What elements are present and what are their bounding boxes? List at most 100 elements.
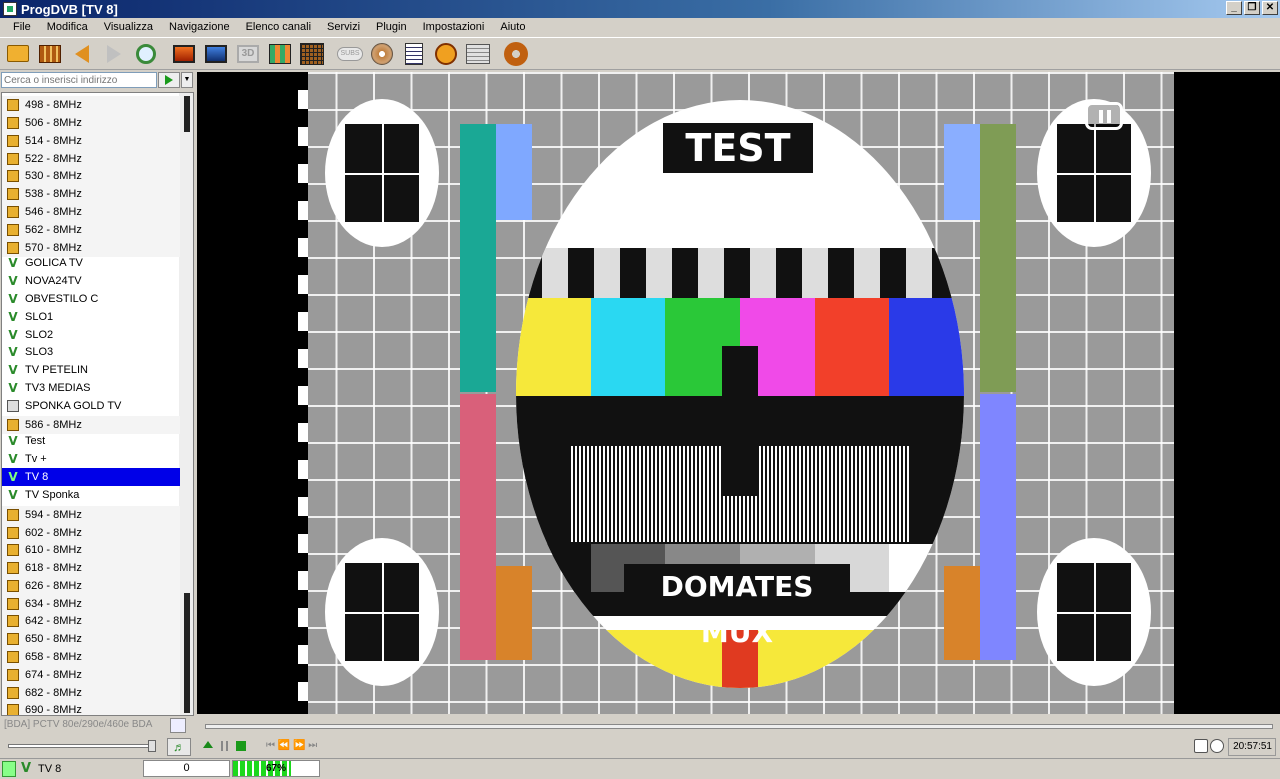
channel-item[interactable]: V SLO3: [2, 343, 180, 361]
frequency-group[interactable]: 498 - 8MHz: [2, 96, 180, 114]
epg-button[interactable]: [464, 40, 492, 68]
search-button[interactable]: [132, 40, 160, 68]
record-button[interactable]: [368, 40, 396, 68]
channel-v-icon: V: [8, 381, 18, 395]
channel-item[interactable]: V TV3 MEDIAS: [2, 379, 180, 397]
info-list-button[interactable]: [170, 718, 186, 733]
settings-button[interactable]: [502, 40, 530, 68]
frequency-group[interactable]: 530 - 8MHz: [2, 167, 180, 185]
channel-item[interactable]: V TV 8: [2, 468, 180, 486]
restore-button[interactable]: ❐: [1244, 1, 1260, 15]
channel-item[interactable]: V SLO1: [2, 308, 180, 326]
frequency-group[interactable]: 618 - 8MHz: [2, 559, 180, 577]
channel-item[interactable]: V TV Sponka: [2, 486, 180, 504]
frequency-group[interactable]: 514 - 8MHz: [2, 132, 180, 150]
frequency-group[interactable]: 642 - 8MHz: [2, 612, 180, 630]
channel-item[interactable]: V Test: [2, 432, 180, 450]
seek-buttons[interactable]: ⏮ ⏪ ⏩ ⏭: [266, 740, 317, 751]
status-bar: V TV 8 0 67%: [0, 758, 1280, 779]
pause-button[interactable]: [221, 741, 228, 751]
volume-slider[interactable]: [8, 744, 156, 748]
channel-item[interactable]: V SLO2: [2, 326, 180, 344]
frequency-group[interactable]: 522 - 8MHz: [2, 150, 180, 168]
mosaic-button[interactable]: [266, 40, 294, 68]
menu-bar: File Modifica Visualizza Navigazione Ele…: [0, 18, 1280, 36]
search-dropdown-button[interactable]: ▼: [181, 72, 193, 88]
menu-navigazione[interactable]: Navigazione: [161, 21, 238, 33]
stop-button[interactable]: [236, 741, 246, 751]
frequency-group[interactable]: 658 - 8MHz: [2, 648, 180, 666]
monitor-blue-icon: [205, 44, 227, 63]
test-label: TEST: [663, 123, 813, 173]
progdvb-window: ProgDVB [TV 8] _ ❐ ✕ File Modifica Visua…: [0, 0, 1280, 779]
frequency-group[interactable]: 674 - 8MHz: [2, 666, 180, 684]
channel-item[interactable]: SPONKA GOLD TV: [2, 397, 180, 415]
frequency-group[interactable]: 546 - 8MHz: [2, 203, 180, 221]
pause-icon[interactable]: [1085, 102, 1123, 130]
test-card-edge: [298, 72, 308, 714]
scroll-thumb-lower[interactable]: [184, 593, 190, 713]
comb-strip: [516, 248, 964, 298]
frequency-group[interactable]: 682 - 8MHz: [2, 684, 180, 702]
seek-bar[interactable]: [205, 724, 1273, 729]
channel-list[interactable]: 498 - 8MHz 506 - 8MHz 514 - 8MHz 522 - 8MHz…: [1, 92, 194, 716]
frequency-group[interactable]: 610 - 8MHz: [2, 541, 180, 559]
open-button[interactable]: [4, 40, 32, 68]
search-input[interactable]: [1, 72, 157, 88]
minimize-button[interactable]: _: [1226, 1, 1242, 15]
channel-item[interactable]: V Tv +: [2, 450, 180, 468]
menu-visualizza[interactable]: Visualizza: [96, 21, 161, 33]
back-button[interactable]: [68, 40, 96, 68]
menu-file[interactable]: File: [5, 21, 39, 33]
color-bar: [980, 124, 1016, 392]
channel-item[interactable]: V NOVA24TV: [2, 272, 180, 290]
center-cross: [722, 346, 758, 496]
grid-button[interactable]: [298, 40, 326, 68]
frequency-group[interactable]: 602 - 8MHz: [2, 524, 180, 542]
channel-item[interactable]: V GOLICA TV: [2, 254, 180, 272]
frequency-group[interactable]: 562 - 8MHz: [2, 221, 180, 239]
channel-label: SLO2: [25, 329, 54, 341]
film-button[interactable]: [36, 40, 64, 68]
channel-item[interactable]: V OBVESTILO C: [2, 290, 180, 308]
menu-modifica[interactable]: Modifica: [39, 21, 96, 33]
epg-icon: [466, 43, 490, 64]
close-button[interactable]: ✕: [1262, 1, 1278, 15]
channel-item[interactable]: V TV PETELIN: [2, 361, 180, 379]
audio-button[interactable]: ♬: [167, 738, 191, 756]
menu-aiuto[interactable]: Aiuto: [492, 21, 533, 33]
frequency-group[interactable]: 506 - 8MHz: [2, 114, 180, 132]
frequency-group[interactable]: 650 - 8MHz: [2, 630, 180, 648]
volume-knob[interactable]: [148, 740, 156, 752]
frequency-group[interactable]: 690 - 8MHz: [2, 701, 180, 715]
folder-icon: [7, 687, 19, 699]
menu-elenco-canali[interactable]: Elenco canali: [238, 21, 319, 33]
channel-list-scrollbar[interactable]: [179, 93, 193, 715]
menu-impostazioni[interactable]: Impostazioni: [415, 21, 493, 33]
timer-clock-icon[interactable]: [1210, 739, 1224, 753]
monitor-orange-button[interactable]: [170, 40, 198, 68]
tv-icon: [7, 400, 19, 412]
menu-plugin[interactable]: Plugin: [368, 21, 415, 33]
3d-button[interactable]: 3D: [234, 40, 262, 68]
frequency-group[interactable]: 538 - 8MHz: [2, 185, 180, 203]
frequency-group[interactable]: 634 - 8MHz: [2, 595, 180, 613]
channel-label: 530 - 8MHz: [25, 170, 82, 182]
frequency-group[interactable]: 594 - 8MHz: [2, 506, 180, 524]
folder-icon: [7, 153, 19, 165]
signal-meter: 67%: [232, 760, 320, 777]
video-area[interactable]: TEST DOMATES MUX: [197, 72, 1280, 714]
menu-servizi[interactable]: Servizi: [319, 21, 368, 33]
eject-icon[interactable]: [203, 741, 213, 748]
status-indicator-icon: [2, 761, 16, 777]
frequency-group[interactable]: 626 - 8MHz: [2, 577, 180, 595]
scroll-thumb[interactable]: [184, 96, 190, 132]
forward-button[interactable]: [100, 40, 128, 68]
scheduler-button[interactable]: [432, 40, 460, 68]
monitor-blue-button[interactable]: [202, 40, 230, 68]
go-button[interactable]: [158, 72, 180, 88]
subtitles-button[interactable]: SUBS: [336, 40, 364, 68]
columns-icon[interactable]: [1194, 739, 1208, 753]
search-globe-icon: [136, 43, 156, 64]
list-button[interactable]: [400, 40, 428, 68]
